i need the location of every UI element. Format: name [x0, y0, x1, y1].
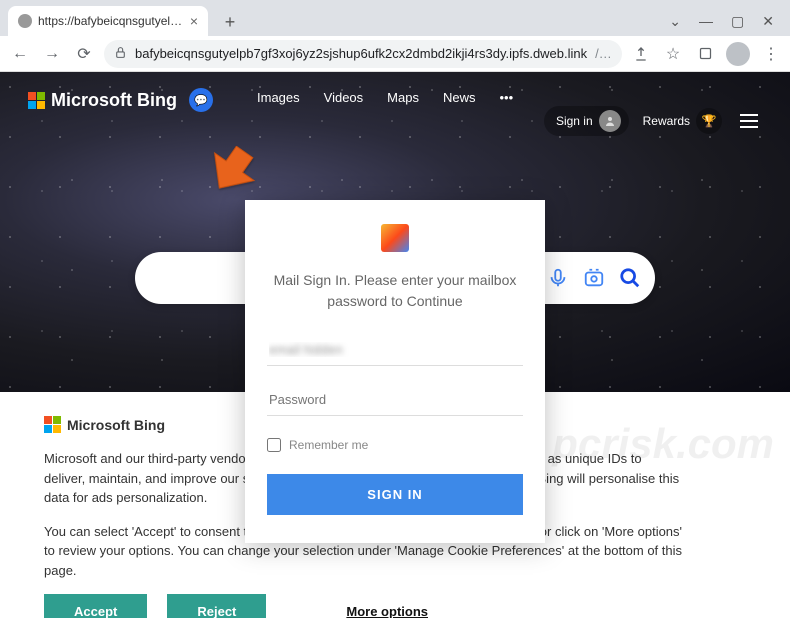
- user-icon: [599, 110, 621, 132]
- profile-avatar[interactable]: [726, 42, 750, 66]
- url-path: /?filename=QmTkbL3j...: [595, 46, 612, 61]
- tab-title: https://bafybeicqnsgutyelpb7gf3: [38, 14, 184, 28]
- signin-modal: Mail Sign In. Please enter your mailbox …: [245, 200, 545, 543]
- nav-videos[interactable]: Videos: [324, 90, 364, 105]
- remember-label: Remember me: [289, 438, 368, 452]
- more-options-link[interactable]: More options: [346, 604, 428, 618]
- rewards-label: Rewards: [643, 114, 690, 128]
- back-button[interactable]: ←: [8, 42, 32, 66]
- nav-images[interactable]: Images: [257, 90, 300, 105]
- lock-icon: [114, 46, 127, 62]
- window-close-icon[interactable]: ✕: [762, 13, 774, 30]
- new-tab-button[interactable]: +: [216, 8, 244, 36]
- nav-maps[interactable]: Maps: [387, 90, 419, 105]
- image-search-icon[interactable]: [583, 267, 605, 289]
- trophy-icon: 🏆: [696, 108, 722, 134]
- bing-logo-text: Microsoft Bing: [51, 90, 177, 111]
- window-minimize-icon[interactable]: —: [699, 13, 713, 30]
- tab-close-icon[interactable]: ×: [190, 13, 198, 29]
- microsoft-logo-icon: [28, 92, 45, 109]
- page-content: Microsoft Bing 💬 Images Videos Maps News…: [0, 72, 790, 618]
- bing-header: Microsoft Bing 💬 Images Videos Maps News…: [0, 72, 790, 162]
- modal-logo-icon: [381, 224, 409, 252]
- remember-me[interactable]: Remember me: [267, 438, 523, 452]
- forward-button[interactable]: →: [40, 42, 64, 66]
- bing-nav: Images Videos Maps News •••: [257, 90, 513, 105]
- browser-tab[interactable]: https://bafybeicqnsgutyelpb7gf3 ×: [8, 6, 208, 36]
- address-bar[interactable]: bafybeicqnsgutyelpb7gf3xoj6yz2sjshup6ufk…: [104, 40, 622, 68]
- browser-title-bar: https://bafybeicqnsgutyelpb7gf3 × + ⌄ — …: [0, 0, 790, 36]
- browser-nav-bar: ← → ⟳ bafybeicqnsgutyelpb7gf3xoj6yz2sjsh…: [0, 36, 790, 72]
- password-field[interactable]: [267, 384, 523, 416]
- tab-favicon: [18, 14, 32, 28]
- rewards-button[interactable]: Rewards 🏆: [643, 108, 722, 134]
- browser-menu-icon[interactable]: ⋮: [760, 43, 782, 65]
- remember-checkbox[interactable]: [267, 438, 281, 452]
- share-icon[interactable]: [630, 43, 652, 65]
- microsoft-logo-icon: [44, 416, 61, 433]
- nav-more[interactable]: •••: [499, 90, 513, 105]
- signin-label: Sign in: [556, 114, 593, 128]
- url-host: bafybeicqnsgutyelpb7gf3xoj6yz2sjshup6ufk…: [135, 46, 587, 61]
- chat-icon[interactable]: 💬: [189, 88, 213, 112]
- bing-signin[interactable]: Sign in: [544, 106, 629, 136]
- reject-button[interactable]: Reject: [167, 594, 266, 618]
- window-maximize-icon[interactable]: ▢: [731, 13, 744, 30]
- email-field[interactable]: [267, 334, 523, 366]
- cookie-heading-text: Microsoft Bing: [67, 417, 165, 433]
- window-more-icon[interactable]: ⌄: [669, 13, 681, 30]
- signin-button[interactable]: SIGN IN: [267, 474, 523, 515]
- bing-logo[interactable]: Microsoft Bing 💬: [28, 88, 213, 112]
- nav-news[interactable]: News: [443, 90, 476, 105]
- hamburger-menu-icon[interactable]: [736, 108, 762, 134]
- bookmark-star-icon[interactable]: ☆: [662, 43, 684, 65]
- voice-search-icon[interactable]: [547, 267, 569, 289]
- reload-button[interactable]: ⟳: [72, 42, 96, 66]
- accept-button[interactable]: Accept: [44, 594, 147, 618]
- modal-prompt: Mail Sign In. Please enter your mailbox …: [267, 270, 523, 312]
- search-icon[interactable]: [619, 267, 641, 289]
- extensions-icon[interactable]: [694, 43, 716, 65]
